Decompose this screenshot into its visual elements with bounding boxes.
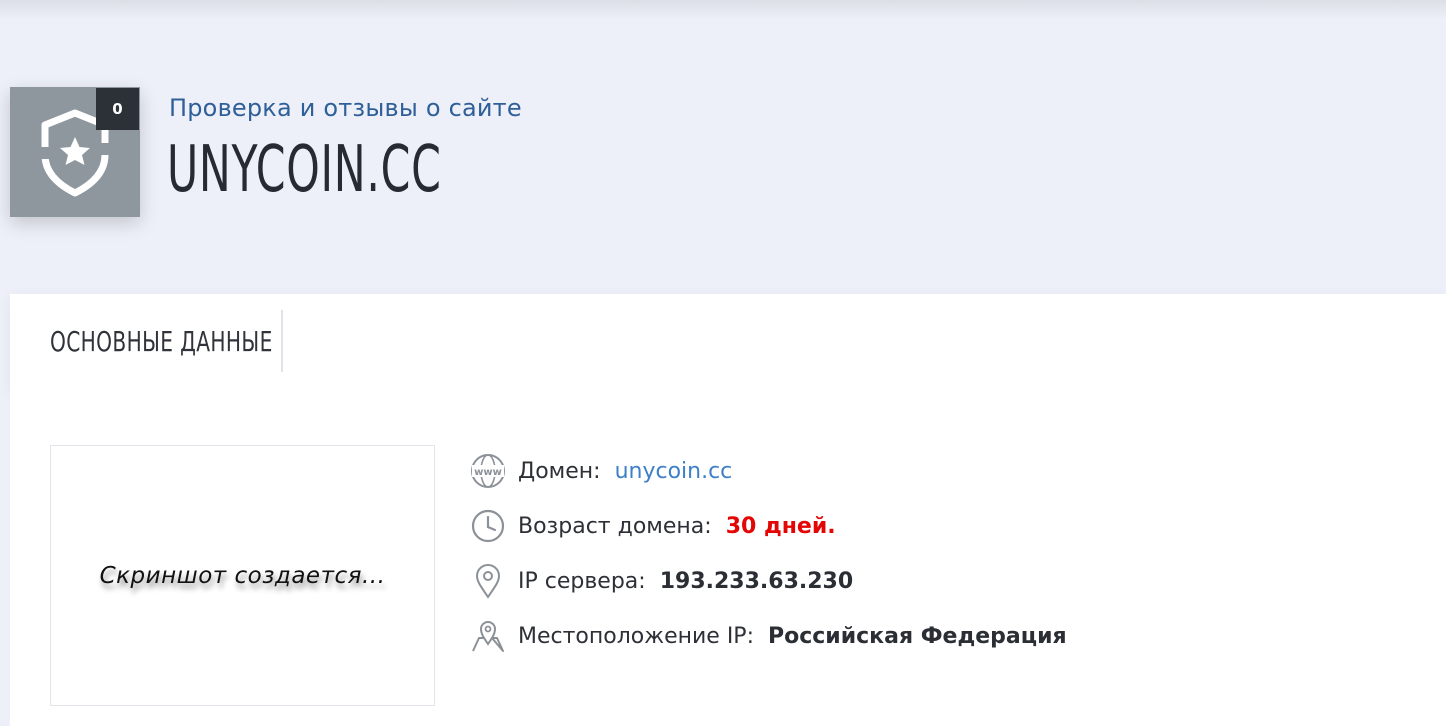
tab-main-data[interactable]: ОСНОВНЫЕ ДАННЫЕ (10, 310, 283, 372)
server-ip-label: IP сервера: (518, 568, 646, 594)
map-pin-icon (470, 563, 506, 599)
reviews-count-badge: 0 (96, 88, 139, 130)
www-globe-icon: www (470, 453, 506, 489)
site-screenshot: Скриншот создается... (50, 445, 435, 706)
top-shadow (0, 0, 1446, 20)
tab-bar: ОСНОВНЫЕ ДАННЫЕ (10, 294, 1446, 390)
screenshot-placeholder-text: Скриншот создается... (99, 562, 386, 589)
info-row-age: Возраст домена: 30 дней. (470, 506, 836, 546)
ip-location-value: Российская Федерация (767, 623, 1067, 649)
info-row-ip: IP сервера: 193.233.63.230 (470, 561, 853, 601)
svg-text:www: www (474, 467, 502, 478)
tab-label: ОСНОВНЫЕ ДАННЫЕ (50, 324, 273, 358)
domain-age-label: Возраст домена: (518, 513, 712, 539)
domain-label: Домен: (518, 458, 601, 484)
main-content: Скриншот создается... (10, 390, 1446, 726)
info-row-domain: www Домен: unycoin.cc (470, 451, 732, 491)
domain-link[interactable]: unycoin.cc (615, 459, 733, 484)
server-ip-value: 193.233.63.230 (659, 568, 854, 594)
info-row-location: Местоположение IP: Российская Федерация (470, 616, 1067, 656)
domain-age-value: 30 дней. (725, 513, 836, 539)
page-subtitle: Проверка и отзывы о сайте (169, 94, 522, 122)
map-location-icon (470, 618, 506, 654)
ip-location-label: Местоположение IP: (518, 623, 754, 649)
page-title: UNYCOIN.CC (167, 133, 442, 207)
clock-icon (470, 508, 506, 544)
